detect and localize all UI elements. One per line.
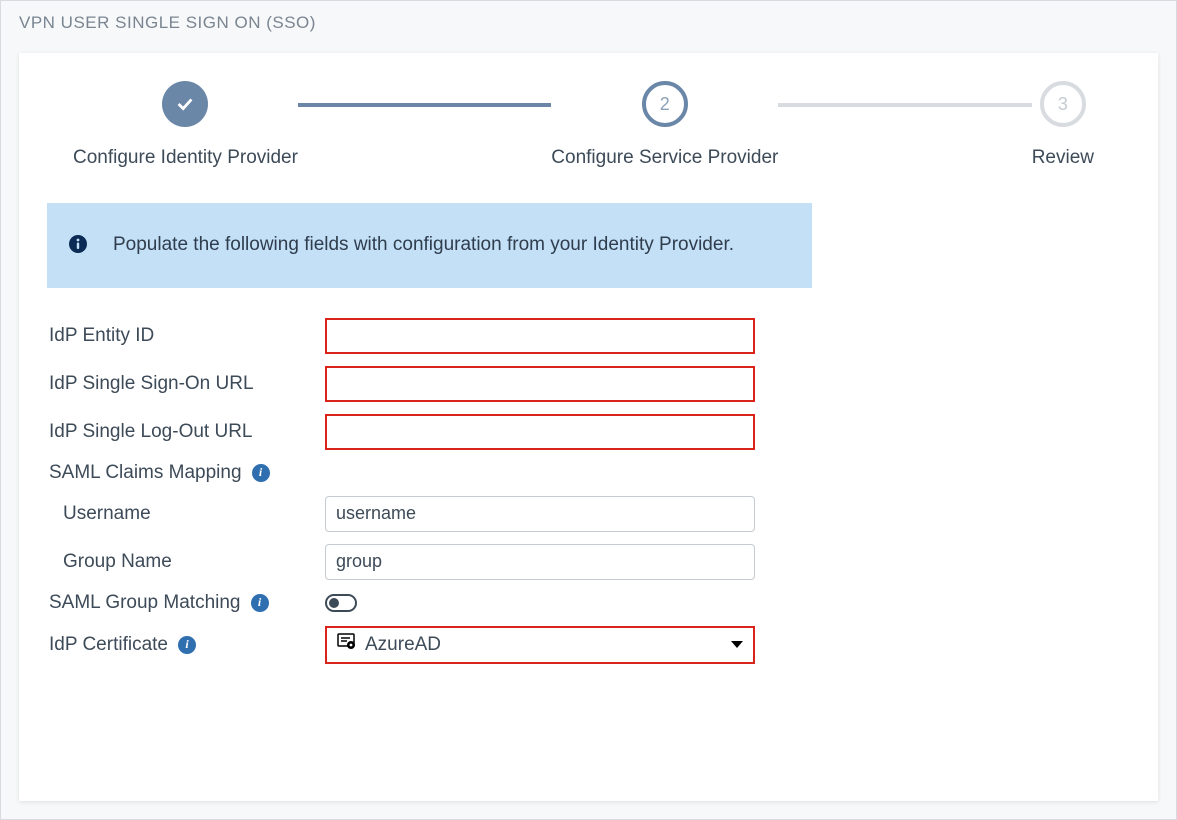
idp-slo-url-label: IdP Single Log-Out URL xyxy=(47,421,325,443)
idp-entity-id-input[interactable] xyxy=(325,318,755,354)
stepper: Configure Identity Provider 2 Configure … xyxy=(47,81,1130,169)
idp-slo-url-input[interactable] xyxy=(325,414,755,450)
certificate-icon xyxy=(337,633,357,656)
step-2-circle: 2 xyxy=(642,81,688,127)
idp-sso-url-label: IdP Single Sign-On URL xyxy=(47,373,325,395)
username-input[interactable] xyxy=(325,496,755,532)
saml-group-matching-label: SAML Group Matching i xyxy=(47,592,325,614)
check-icon xyxy=(174,93,196,115)
step-1[interactable]: Configure Identity Provider xyxy=(73,81,298,169)
step-1-label: Configure Identity Provider xyxy=(73,147,298,169)
connector-1-2 xyxy=(298,103,551,107)
step-3-circle: 3 xyxy=(1040,81,1086,127)
info-banner-text: Populate the following fields with confi… xyxy=(113,231,734,260)
saml-claims-mapping-text: SAML Claims Mapping xyxy=(49,462,242,484)
idp-certificate-select[interactable]: AzureAD xyxy=(325,626,755,664)
sso-panel: VPN USER SINGLE SIGN ON (SSO) Configure … xyxy=(0,0,1177,820)
info-banner: Populate the following fields with confi… xyxy=(47,203,812,288)
step-3[interactable]: 3 Review xyxy=(1032,81,1094,169)
info-icon xyxy=(69,235,87,258)
step-2-label: Configure Service Provider xyxy=(551,147,778,169)
step-3-label: Review xyxy=(1032,147,1094,169)
step-1-circle xyxy=(162,81,208,127)
username-label: Username xyxy=(47,503,325,525)
panel-title: VPN USER SINGLE SIGN ON (SSO) xyxy=(1,1,1176,43)
idp-certificate-text: IdP Certificate xyxy=(49,634,168,656)
connector-2-3 xyxy=(778,103,1031,107)
idp-certificate-label: IdP Certificate i xyxy=(47,634,325,656)
group-name-label: Group Name xyxy=(47,551,325,573)
chevron-down-icon xyxy=(731,641,743,648)
idp-sso-url-input[interactable] xyxy=(325,366,755,402)
saml-group-matching-toggle[interactable] xyxy=(325,594,357,612)
idp-certificate-value: AzureAD xyxy=(365,634,723,656)
info-icon[interactable]: i xyxy=(252,464,270,482)
saml-group-matching-text: SAML Group Matching xyxy=(49,592,241,614)
wizard-card: Configure Identity Provider 2 Configure … xyxy=(19,53,1158,801)
idp-entity-id-label: IdP Entity ID xyxy=(47,325,325,347)
saml-claims-mapping-label: SAML Claims Mapping i xyxy=(47,462,325,484)
info-icon[interactable]: i xyxy=(251,594,269,612)
step-2[interactable]: 2 Configure Service Provider xyxy=(551,81,778,169)
toggle-knob xyxy=(329,598,339,608)
info-icon[interactable]: i xyxy=(178,636,196,654)
group-name-input[interactable] xyxy=(325,544,755,580)
